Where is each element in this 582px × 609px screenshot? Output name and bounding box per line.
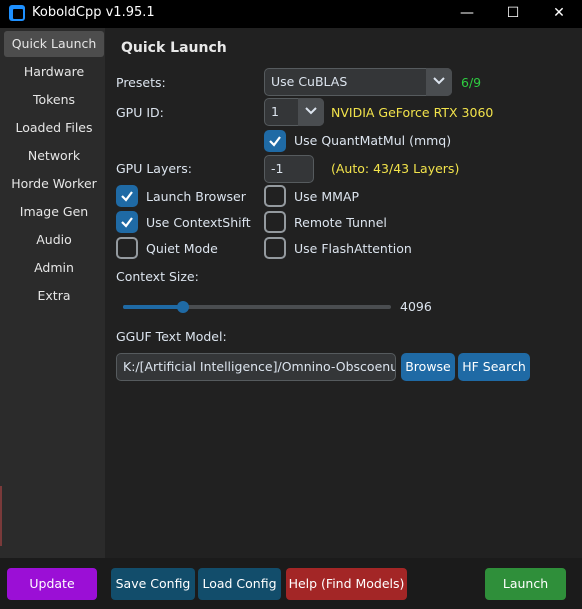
sidebar-item-quick-launch[interactable]: Quick Launch <box>4 31 104 57</box>
presets-label: Presets: <box>116 75 166 90</box>
update-button[interactable]: Update <box>7 568 97 600</box>
gpu-layers-input[interactable]: -1 <box>264 155 314 183</box>
slider-handle[interactable] <box>177 301 189 313</box>
sidebar-item-extra[interactable]: Extra <box>4 283 104 309</box>
title-bar: KoboldCpp v1.95.1 — ☐ ✕ <box>0 0 582 28</box>
window-edge <box>0 486 2 546</box>
close-button[interactable]: ✕ <box>536 0 582 28</box>
flash-attention-checkbox[interactable] <box>264 237 286 259</box>
gpu-id-value: 1 <box>271 104 279 119</box>
sidebar-item-horde-worker[interactable]: Horde Worker <box>4 171 104 197</box>
bottom-bar: Update Save Config Load Config Help (Fin… <box>0 558 582 609</box>
help-find-models-button[interactable]: Help (Find Models) <box>286 568 407 600</box>
quiet-mode-label: Quiet Mode <box>146 241 218 256</box>
context-size-slider[interactable] <box>123 301 391 313</box>
sidebar-item-image-gen[interactable]: Image Gen <box>4 199 104 225</box>
gpu-id-label: GPU ID: <box>116 105 164 120</box>
gpu-layers-auto: (Auto: 43/43 Layers) <box>331 161 460 176</box>
app-icon <box>9 5 25 21</box>
sidebar-item-hardware[interactable]: Hardware <box>4 59 104 85</box>
sidebar-item-loaded-files[interactable]: Loaded Files <box>4 115 104 141</box>
slider-fill <box>123 305 183 309</box>
remote-tunnel-checkbox[interactable] <box>264 211 286 233</box>
launch-button[interactable]: Launch <box>485 568 566 600</box>
context-shift-checkbox[interactable] <box>116 211 138 233</box>
context-shift-label: Use ContextShift <box>146 215 251 230</box>
sidebar-item-network[interactable]: Network <box>4 143 104 169</box>
use-mmap-checkbox[interactable] <box>264 185 286 207</box>
hf-search-button[interactable]: HF Search <box>458 353 530 381</box>
sidebar-item-audio[interactable]: Audio <box>4 227 104 253</box>
quiet-mode-checkbox[interactable] <box>116 237 138 259</box>
sidebar-item-admin[interactable]: Admin <box>4 255 104 281</box>
flash-attention-label: Use FlashAttention <box>294 241 412 256</box>
quantmatmul-checkbox[interactable] <box>264 130 286 152</box>
presets-value: Use CuBLAS <box>271 74 348 89</box>
gpu-name: NVIDIA GeForce RTX 3060 <box>331 105 494 120</box>
context-size-label: Context Size: <box>116 269 199 284</box>
sidebar: Quick Launch Hardware Tokens Loaded File… <box>0 28 105 558</box>
remote-tunnel-label: Remote Tunnel <box>294 215 387 230</box>
use-mmap-label: Use MMAP <box>294 189 359 204</box>
page-title: Quick Launch <box>121 40 227 56</box>
context-size-value: 4096 <box>400 299 432 314</box>
main-panel: Quick Launch Presets: Use CuBLAS 6/9 GPU… <box>105 28 582 558</box>
gpu-id-select[interactable]: 1 <box>264 98 324 126</box>
load-config-button[interactable]: Load Config <box>198 568 281 600</box>
window-title: KoboldCpp v1.95.1 <box>32 5 155 20</box>
chevron-down-icon[interactable] <box>298 98 324 126</box>
minimize-button[interactable]: — <box>444 0 490 28</box>
quantmatmul-label: Use QuantMatMul (mmq) <box>294 133 452 148</box>
maximize-button[interactable]: ☐ <box>490 0 536 28</box>
preset-count: 6/9 <box>461 75 482 90</box>
presets-select[interactable]: Use CuBLAS <box>264 68 452 96</box>
launch-browser-label: Launch Browser <box>146 189 246 204</box>
browse-button[interactable]: Browse <box>401 353 455 381</box>
launch-browser-checkbox[interactable] <box>116 185 138 207</box>
gpu-layers-label: GPU Layers: <box>116 161 192 176</box>
sidebar-item-tokens[interactable]: Tokens <box>4 87 104 113</box>
chevron-down-icon[interactable] <box>426 68 452 96</box>
model-label: GGUF Text Model: <box>116 329 227 344</box>
save-config-button[interactable]: Save Config <box>111 568 195 600</box>
model-path-input[interactable]: K:/[Artificial Intelligence]/Omnino-Obsc… <box>116 353 396 381</box>
